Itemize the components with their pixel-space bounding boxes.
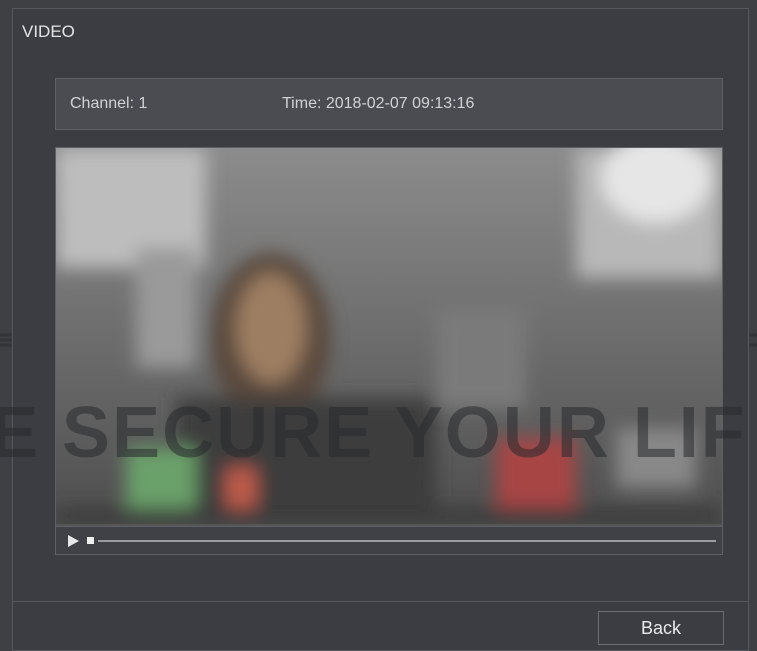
footer-divider bbox=[12, 601, 749, 602]
time-label: Time: 2018-02-07 09:13:16 bbox=[282, 95, 475, 112]
info-bar: Channel: 1 Time: 2018-02-07 09:13:16 bbox=[55, 78, 723, 130]
play-icon[interactable] bbox=[66, 534, 80, 548]
video-frame-image[interactable] bbox=[56, 148, 722, 524]
dialog-title: VIDEO bbox=[22, 22, 75, 41]
stop-icon[interactable] bbox=[87, 537, 94, 544]
playback-controls bbox=[56, 526, 722, 554]
back-button[interactable]: Back bbox=[598, 611, 724, 645]
channel-label: Channel: 1 bbox=[70, 95, 148, 112]
progress-bar[interactable] bbox=[98, 540, 716, 542]
video-player bbox=[55, 147, 723, 555]
